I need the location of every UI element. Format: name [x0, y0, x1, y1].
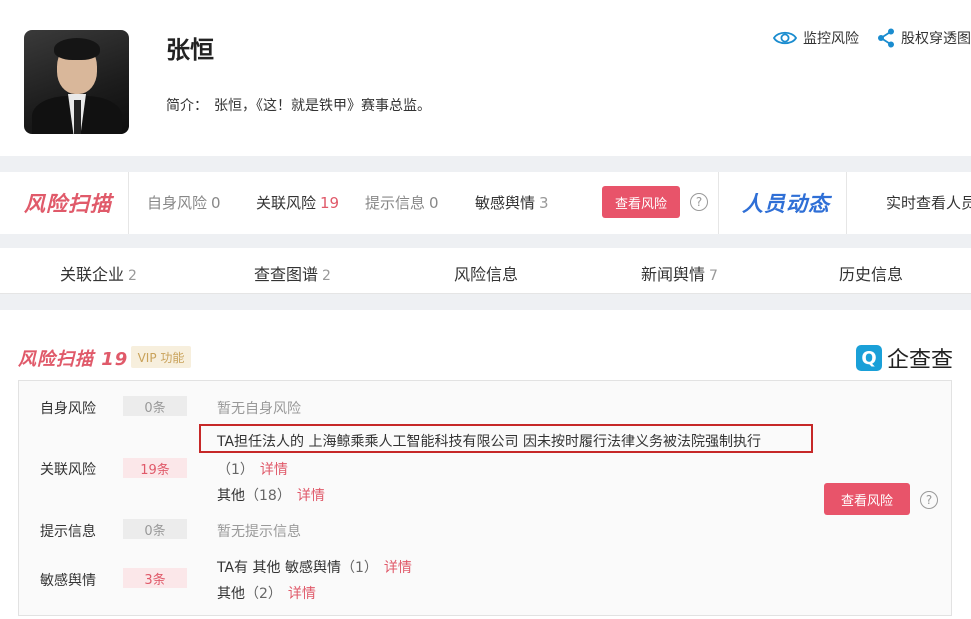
- tab-risk-info[interactable]: 风险信息: [454, 261, 518, 285]
- person-name: 张恒: [166, 36, 214, 64]
- details-link[interactable]: 详情: [288, 586, 316, 602]
- count-pill: 0条: [123, 519, 187, 539]
- divider: [718, 172, 719, 234]
- view-risk-button[interactable]: 查看风险: [602, 186, 680, 218]
- profile-header: 张恒 简介： 张恒，《这！就是铁甲》赛事总监。 监控风险 股权穿透图: [0, 0, 971, 156]
- divider: [128, 172, 129, 234]
- tab-news[interactable]: 新闻舆情 7: [641, 261, 718, 285]
- risk-scan-bar: 风险扫描 自身风险 0 关联风险 19 提示信息 0 敏感舆情 3 查看风险 ? 人员动…: [0, 172, 971, 234]
- stat-notice-info[interactable]: 提示信息 0: [365, 192, 439, 213]
- tab-graph[interactable]: 查查图谱 2: [254, 261, 331, 285]
- row-text-notice-info: 暂无提示信息: [217, 524, 301, 540]
- related-risk-line3: 其他（18） 详情: [217, 488, 325, 504]
- divider: [846, 172, 847, 234]
- card-title: 风险扫描 19: [18, 349, 129, 370]
- count-pill: 0条: [123, 396, 187, 416]
- top-actions: 监控风险 股权穿透图: [773, 28, 971, 48]
- details-link[interactable]: 详情: [384, 560, 412, 576]
- stat-related-risk[interactable]: 关联风险 19: [256, 192, 339, 213]
- person-intro: 简介： 张恒，《这！就是铁甲》赛事总监。: [166, 95, 431, 115]
- related-risk-line2: （1） 详情: [217, 462, 288, 478]
- eye-icon: [773, 31, 797, 45]
- count-pill: 3条: [123, 568, 187, 588]
- details-link[interactable]: 详情: [260, 462, 288, 478]
- person-activity-title: 人员动态: [742, 192, 830, 216]
- equity-graph-label: 股权穿透图: [901, 31, 971, 47]
- row-label-related-risk: 关联风险: [40, 462, 96, 478]
- risk-detail-panel: 自身风险 0条 暂无自身风险 TA担任法人的 上海鲸乘乘人工智能科技有限公司 因…: [18, 380, 952, 616]
- stat-sensitive-news[interactable]: 敏感舆情 3: [475, 192, 549, 213]
- brand-logo: Q 企查查: [856, 342, 953, 374]
- share-icon: [878, 28, 894, 48]
- sensitive-news-line1: TA有 其他 敏感舆情（1） 详情: [217, 560, 412, 576]
- row-label-notice-info: 提示信息: [40, 524, 96, 540]
- row-label-self-risk: 自身风险: [40, 401, 96, 417]
- monitor-risk-label: 监控风险: [803, 31, 859, 47]
- stat-self-risk[interactable]: 自身风险 0: [147, 192, 221, 213]
- tab-bar: 关联企业 2 查查图谱 2 风险信息 新闻舆情 7 历史信息: [0, 248, 971, 294]
- avatar: [24, 30, 129, 134]
- intro-label: 简介：: [166, 98, 208, 114]
- avatar-tie: [74, 100, 81, 134]
- help-icon[interactable]: ?: [920, 491, 938, 509]
- avatar-hair: [54, 38, 100, 60]
- details-link[interactable]: 详情: [297, 488, 325, 504]
- monitor-risk-button[interactable]: 监控风险: [773, 28, 859, 48]
- view-risk-button[interactable]: 查看风险: [824, 483, 910, 515]
- tab-related-companies[interactable]: 关联企业 2: [60, 261, 137, 285]
- related-risk-detail: TA担任法人的 上海鲸乘乘人工智能科技有限公司 因未按时履行法律义务被法院强制执…: [217, 434, 761, 450]
- tab-history[interactable]: 历史信息: [839, 261, 903, 285]
- brand-name: 企查查: [887, 348, 954, 373]
- count-pill: 19条: [123, 458, 187, 478]
- risk-scan-card: 风险扫描 19 VIP 功能 Q 企查查 自身风险 0条 暂无自身风险 TA担任…: [0, 310, 971, 619]
- row-label-sensitive-news: 敏感舆情: [40, 573, 96, 589]
- realtime-view-link[interactable]: 实时查看人员: [886, 192, 971, 213]
- qcc-logo-icon: Q: [856, 345, 882, 371]
- help-icon[interactable]: ?: [690, 193, 708, 211]
- row-text-self-risk: 暂无自身风险: [217, 401, 301, 417]
- equity-graph-button[interactable]: 股权穿透图: [877, 28, 971, 48]
- intro-text: 张恒，《这！就是铁甲》赛事总监。: [214, 98, 431, 114]
- vip-badge: VIP 功能: [131, 346, 191, 368]
- sensitive-news-line2: 其他（2） 详情: [217, 586, 316, 602]
- risk-scan-title: 风险扫描: [24, 192, 112, 216]
